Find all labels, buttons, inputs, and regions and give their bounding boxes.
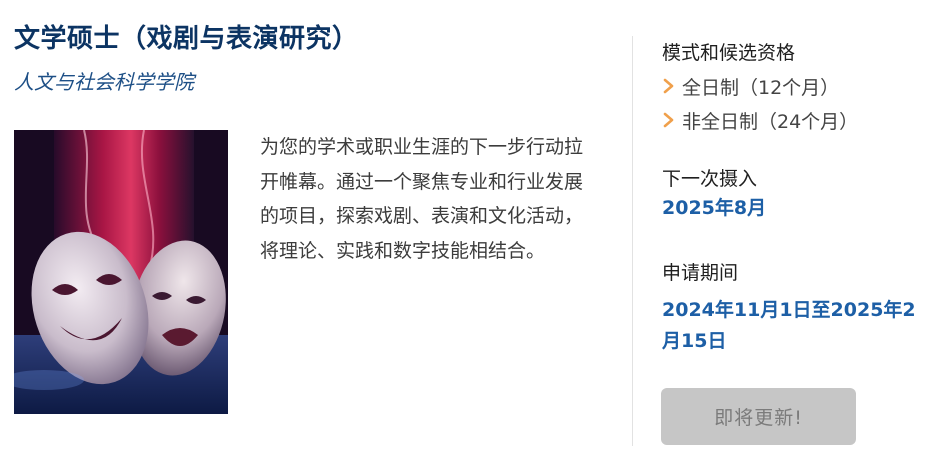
faculty-name: 人文与社会科学学院 — [14, 70, 194, 94]
intake-label: 下一次摄入 — [662, 168, 758, 190]
intake-section: 下一次摄入 2025年8月 — [662, 164, 766, 224]
list-item: 全日制（12个月） — [662, 69, 858, 103]
theatre-masks-image — [14, 130, 228, 414]
intake-value: 2025年8月 — [662, 197, 767, 219]
chevron-right-icon — [663, 78, 674, 94]
page-title: 文学硕士（戏剧与表演研究） — [14, 24, 359, 54]
sidebar-divider — [632, 36, 633, 446]
application-period-section: 申请期间 2024年11月1日至2025年2月15日 — [662, 258, 924, 357]
coming-soon-button[interactable]: 即将更新! — [661, 388, 856, 445]
study-mode-part-time: 非全日制（24个月） — [682, 110, 859, 133]
study-mode-section: 模式和候选资格 全日制（12个月） 非全日制（24个月） — [662, 38, 858, 137]
list-item: 非全日制（24个月） — [662, 103, 858, 137]
study-mode-list: 全日制（12个月） 非全日制（24个月） — [662, 69, 858, 137]
application-period-label: 申请期间 — [662, 262, 739, 284]
study-mode-full-time: 全日制（12个月） — [682, 76, 840, 99]
study-mode-label: 模式和候选资格 — [662, 42, 796, 64]
application-period-value: 2024年11月1日至2025年2月15日 — [662, 299, 916, 352]
course-description: 为您的学术或职业生涯的下一步行动拉开帷幕。通过一个聚焦专业和行业发展的项目，探索… — [260, 136, 584, 262]
chevron-right-icon — [663, 112, 674, 128]
